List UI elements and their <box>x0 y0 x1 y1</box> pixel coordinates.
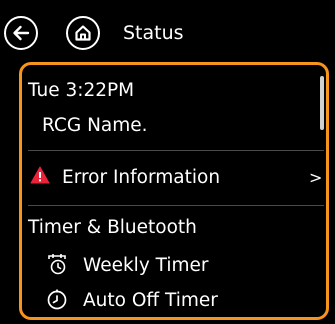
error-information-row[interactable]: Error Information <box>22 151 326 205</box>
status-panel: Tue 3:22PM RCG Name. Error Information >… <box>19 62 329 320</box>
back-button[interactable] <box>4 16 38 50</box>
page-title: Status <box>123 22 184 44</box>
error-information-label: Error Information <box>62 167 221 188</box>
auto-off-timer-icon <box>47 289 67 310</box>
datetime-text: Tue 3:22PM <box>28 80 135 101</box>
device-name-text: RCG Name. <box>42 115 148 136</box>
divider <box>28 205 324 206</box>
auto-off-timer-label: Auto Off Timer <box>83 290 218 311</box>
section-title: Timer & Bluetooth <box>28 217 197 238</box>
chevron-right-icon: > <box>309 168 323 187</box>
weekly-timer-label: Weekly Timer <box>83 255 209 276</box>
home-button[interactable] <box>66 16 100 50</box>
scrollbar[interactable] <box>320 76 324 130</box>
auto-off-timer-row[interactable]: Auto Off Timer <box>22 283 326 317</box>
weekly-timer-icon <box>48 254 66 275</box>
arrow-left-icon <box>13 25 30 41</box>
home-icon <box>75 25 91 41</box>
header-bar: Status <box>0 0 335 62</box>
weekly-timer-row[interactable]: Weekly Timer <box>22 247 326 283</box>
warning-icon <box>30 166 50 184</box>
